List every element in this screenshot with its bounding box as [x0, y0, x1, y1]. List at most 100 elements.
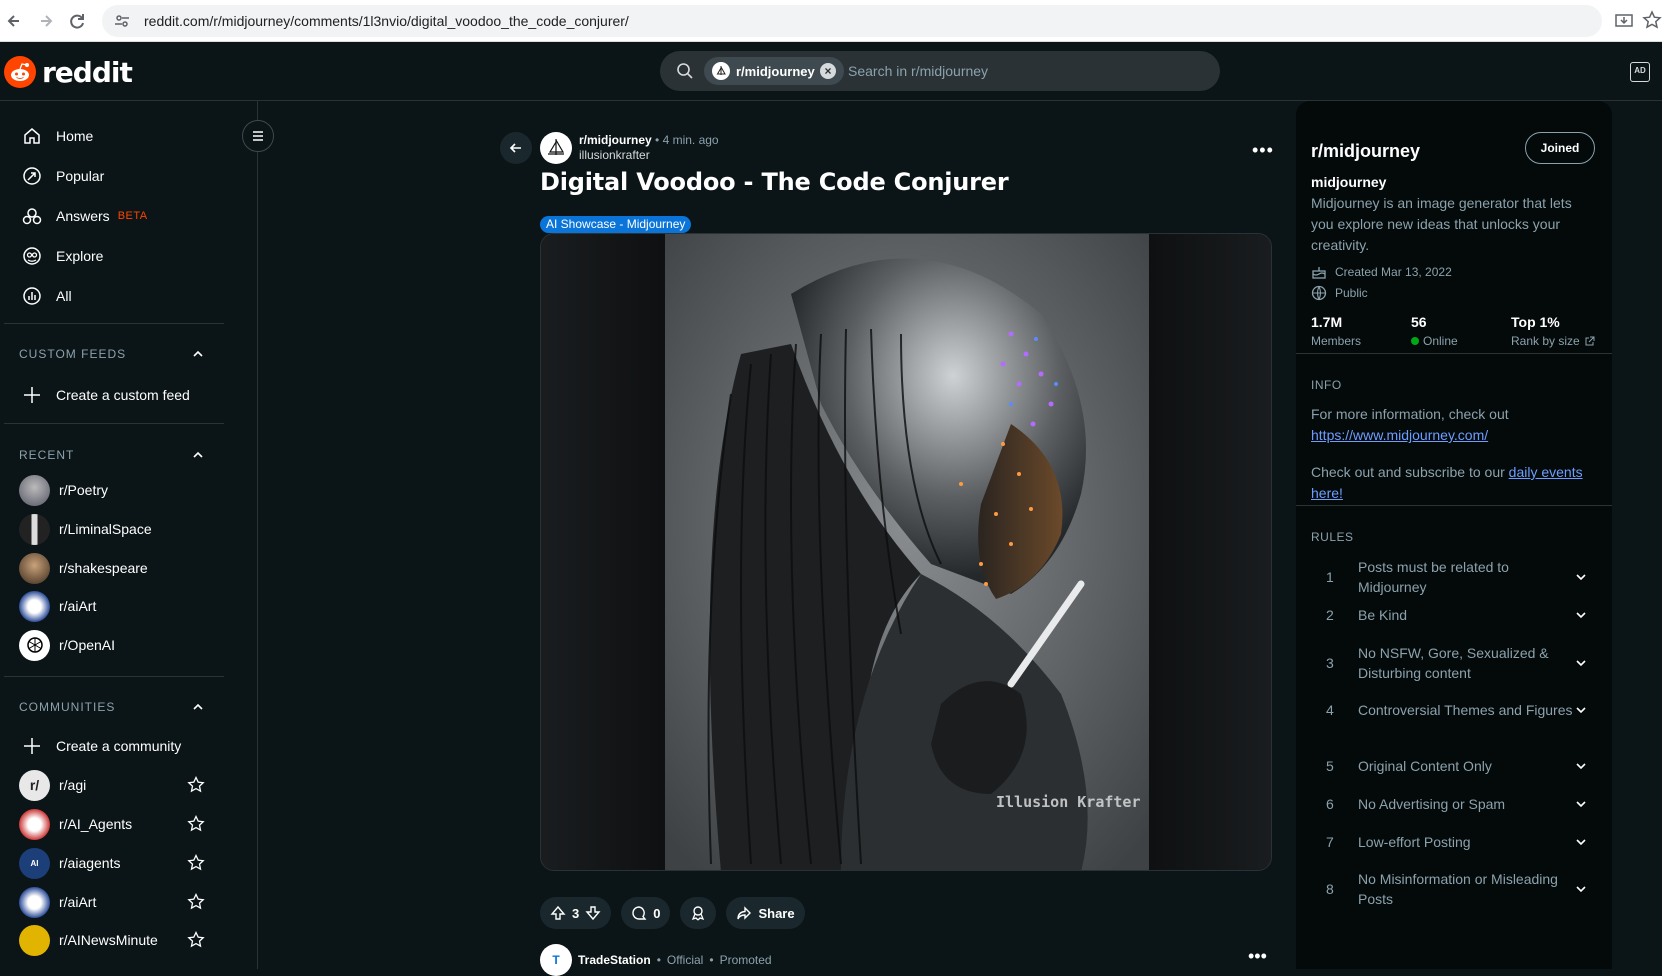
nav-all[interactable]: All: [22, 278, 222, 314]
rules-heading: RULES: [1311, 530, 1354, 544]
snoo-icon: [4, 56, 36, 88]
rule-item[interactable]: 5 Original Content Only: [1326, 756, 1588, 776]
install-app-icon[interactable]: [1614, 11, 1634, 31]
custom-feeds-heading: CUSTOM FEEDS: [19, 347, 127, 361]
chevron-up-icon[interactable]: [191, 448, 205, 462]
rank-stat[interactable]: Top 1% Rank by size: [1511, 314, 1595, 348]
search-bar[interactable]: r/midjourney ×: [660, 51, 1220, 91]
rule-item[interactable]: 4 Controversial Themes and Figures: [1326, 700, 1588, 720]
community-title[interactable]: r/midjourney: [1311, 141, 1420, 162]
nav-explore-label: Explore: [56, 248, 104, 264]
promoted-author[interactable]: TradeStation: [578, 953, 651, 967]
rule-item[interactable]: 2 Be Kind: [1326, 605, 1588, 625]
nav-popular[interactable]: Popular: [22, 158, 222, 194]
create-custom-feed[interactable]: Create a custom feed: [22, 377, 222, 413]
community-item-aiart[interactable]: r/aiArt: [19, 883, 205, 921]
advertise-icon[interactable]: AD: [1630, 62, 1650, 82]
search-scope-chip[interactable]: r/midjourney ×: [704, 57, 844, 85]
rule-text: Controversial Themes and Figures: [1358, 702, 1573, 718]
create-community[interactable]: Create a community: [22, 728, 222, 764]
comments-button[interactable]: 0: [621, 897, 671, 929]
communities-header[interactable]: COMMUNITIES: [19, 700, 205, 714]
rule-item[interactable]: 6 No Advertising or Spam: [1326, 794, 1588, 814]
nav-explore[interactable]: Explore: [22, 238, 222, 274]
url-text[interactable]: reddit.com/r/midjourney/comments/1l3nvio…: [144, 13, 629, 29]
rule-item[interactable]: 8 No Misinformation or Misleading Posts: [1326, 869, 1588, 909]
back-button[interactable]: [500, 132, 532, 164]
comment-count: 0: [653, 905, 661, 921]
rule-item[interactable]: 1 Posts must be related to Midjourney: [1326, 557, 1588, 597]
midjourney-link[interactable]: https://www.midjourney.com/: [1311, 427, 1488, 443]
recent-item-poetry[interactable]: r/Poetry: [19, 471, 205, 509]
bookmark-star-icon[interactable]: [1642, 10, 1662, 30]
recent-item-label: r/Poetry: [59, 482, 109, 498]
info-text-2: Check out and subscribe to our: [1311, 464, 1505, 480]
clear-scope-icon[interactable]: ×: [820, 63, 836, 79]
reddit-logo[interactable]: reddit: [4, 56, 133, 89]
chevron-up-icon[interactable]: [191, 700, 205, 714]
upvote-icon[interactable]: [550, 905, 566, 921]
post-title: Digital Voodoo - The Code Conjurer: [540, 168, 1009, 196]
globe-icon: [1311, 285, 1327, 301]
rule-text: No NSFW, Gore, Sexualized & Disturbing c…: [1358, 645, 1549, 681]
recent-item-aiart[interactable]: r/aiArt: [19, 587, 205, 625]
rule-number: 4: [1326, 702, 1334, 718]
nav-answers-label: Answers: [56, 208, 110, 224]
rank-label: Rank by size: [1511, 334, 1580, 348]
community-item-agi[interactable]: r/ r/agi: [19, 766, 205, 804]
chevron-up-icon[interactable]: [191, 347, 205, 361]
star-icon[interactable]: [187, 815, 205, 833]
post-image[interactable]: Illusion Krafter: [540, 233, 1272, 871]
collapse-sidebar-button[interactable]: [242, 120, 274, 152]
subreddit-avatar[interactable]: [540, 132, 572, 164]
recent-header[interactable]: RECENT: [19, 448, 205, 462]
nav-home[interactable]: Home: [22, 118, 222, 154]
downvote-icon[interactable]: [585, 905, 601, 921]
post-flair[interactable]: AI Showcase - Midjourney: [540, 216, 692, 233]
site-header: reddit r/midjourney × AD: [0, 42, 1662, 101]
online-label: Online: [1423, 334, 1458, 348]
community-item-label: r/AI_Agents: [59, 816, 133, 832]
star-icon[interactable]: [187, 893, 205, 911]
address-bar[interactable]: reddit.com/r/midjourney/comments/1l3nvio…: [102, 5, 1602, 37]
rule-item[interactable]: 3 No NSFW, Gore, Sexualized & Disturbing…: [1326, 643, 1588, 683]
award-icon: [690, 905, 706, 921]
sidebar-divider: [4, 676, 224, 677]
post-subreddit-link[interactable]: r/midjourney: [579, 133, 652, 147]
star-icon[interactable]: [187, 854, 205, 872]
online-count: 56: [1411, 314, 1427, 330]
post-author-link[interactable]: illusionkrafter: [579, 148, 719, 163]
custom-feeds-header[interactable]: CUSTOM FEEDS: [19, 347, 205, 361]
recent-item-openai[interactable]: r/OpenAI: [19, 626, 205, 664]
rule-number: 6: [1326, 796, 1334, 812]
promoted-options-icon[interactable]: •••: [1248, 946, 1267, 967]
recent-item-shakespeare[interactable]: r/shakespeare: [19, 549, 205, 587]
back-arrow-icon[interactable]: [4, 10, 26, 32]
menu-icon: [250, 128, 266, 144]
rule-number: 8: [1326, 881, 1334, 897]
award-button[interactable]: [680, 897, 717, 929]
reload-icon[interactable]: [66, 10, 88, 32]
recent-item-liminalspace[interactable]: r/LiminalSpace: [19, 510, 205, 548]
post-time: 4 min. ago: [662, 133, 719, 147]
site-settings-icon[interactable]: [114, 13, 130, 29]
plus-icon: [22, 385, 42, 405]
external-link-icon: [1584, 336, 1595, 347]
star-icon[interactable]: [187, 776, 205, 794]
rule-number: 2: [1326, 607, 1334, 623]
forward-arrow-icon[interactable]: [34, 10, 56, 32]
community-item-aiagents[interactable]: AI r/aiagents: [19, 844, 205, 882]
recent-heading: RECENT: [19, 448, 75, 462]
joined-button[interactable]: Joined: [1525, 132, 1595, 164]
star-icon[interactable]: [187, 931, 205, 949]
search-input[interactable]: [848, 51, 1188, 91]
info-text: For more information, check out https://…: [1311, 404, 1591, 446]
answers-icon: [22, 206, 42, 226]
post-options-icon[interactable]: •••: [1252, 140, 1274, 161]
share-button[interactable]: Share: [726, 897, 805, 929]
tradestation-logo-icon[interactable]: T: [540, 944, 572, 976]
community-item-ai-agents[interactable]: r/AI_Agents: [19, 805, 205, 843]
nav-answers[interactable]: Answers BETA: [22, 198, 222, 234]
rule-item[interactable]: 7 Low-effort Posting: [1326, 832, 1588, 852]
community-item-ainewsminute[interactable]: r/AINewsMinute: [19, 921, 205, 959]
